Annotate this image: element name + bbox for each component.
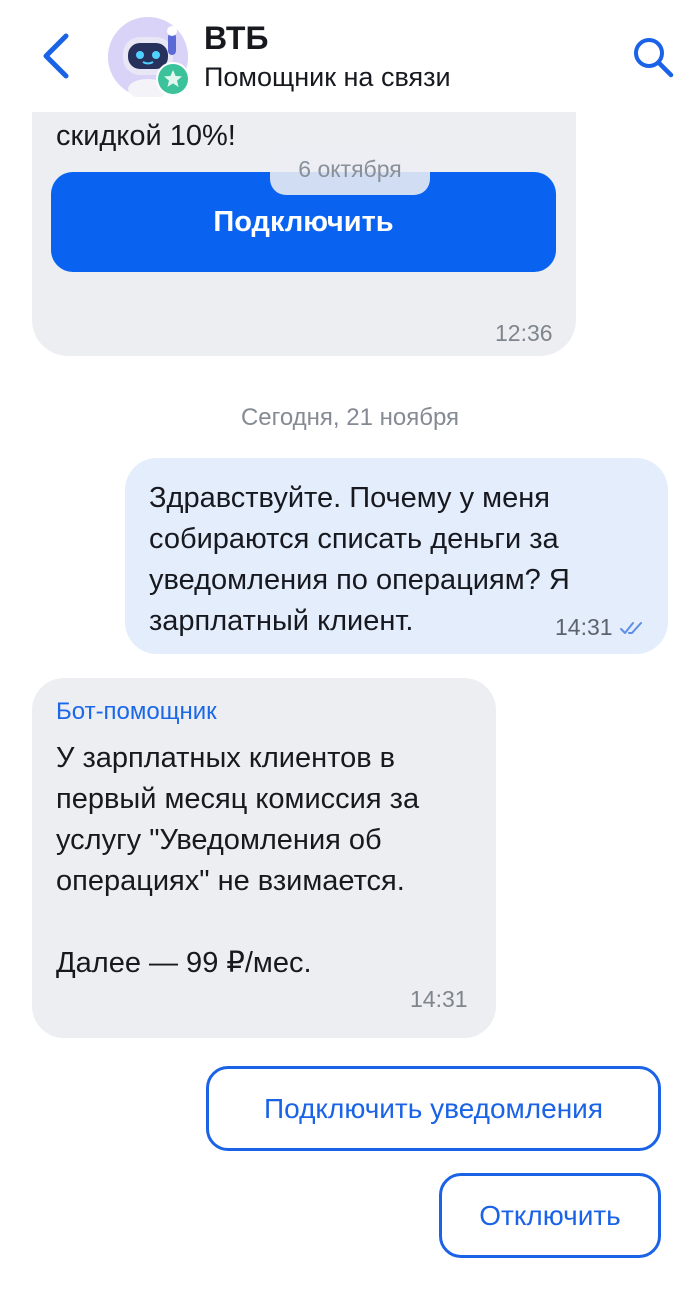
verified-badge <box>156 62 190 96</box>
user-message-bubble: Здравствуйте. Почему у меня собираются с… <box>125 458 668 654</box>
star-icon <box>158 64 188 94</box>
search-button[interactable] <box>630 34 676 80</box>
bot-sender-name: Бот-помощник <box>56 698 217 725</box>
message-time: 14:31 <box>555 614 613 640</box>
double-check-icon <box>620 622 642 634</box>
disconnect-button[interactable]: Отключить <box>439 1173 661 1258</box>
message-time: 12:36 <box>495 320 553 346</box>
back-button[interactable] <box>36 30 80 82</box>
bot-message-text: У зарплатных клиентов в первый месяц ком… <box>56 742 420 979</box>
chat-header: ВТБ Помощник на связи <box>0 0 700 112</box>
promo-message-text: скидкой 10%! <box>56 120 236 152</box>
date-separator: Сегодня, 21 ноября <box>240 404 460 431</box>
search-icon <box>634 38 674 78</box>
bot-message-bubble: Бот-помощник У зарплатных клиентов в пер… <box>32 678 496 1038</box>
connect-notifications-button[interactable]: Подключить уведомления <box>206 1066 661 1151</box>
message-time: 14:31 <box>410 986 468 1012</box>
chat-title: ВТБ <box>204 20 269 56</box>
chat-status: Помощник на связи <box>204 62 451 92</box>
floating-date-pill: 6 октября <box>270 143 430 195</box>
chevron-left-icon <box>43 33 69 79</box>
